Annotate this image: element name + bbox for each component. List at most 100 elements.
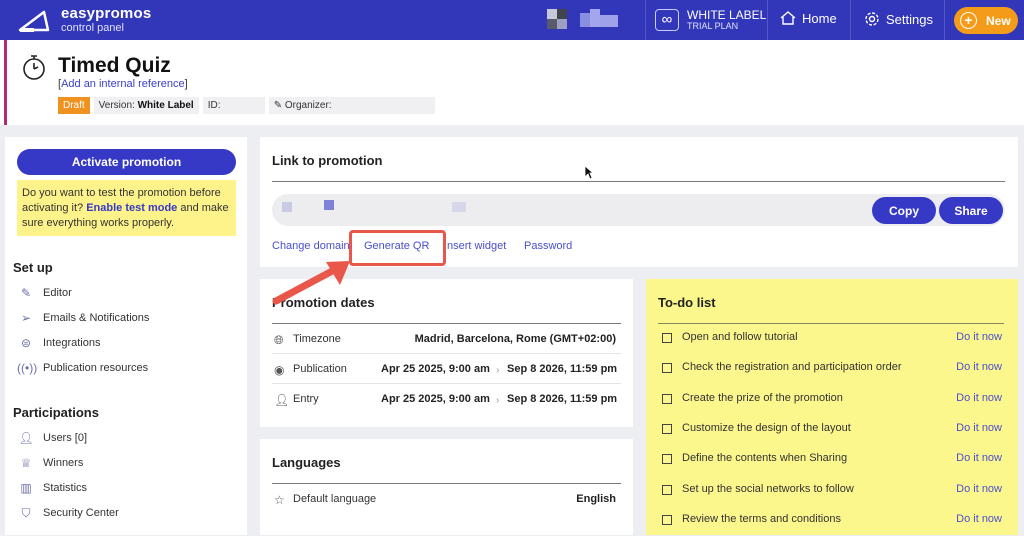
send-icon: ➢: [20, 311, 32, 325]
nav-home[interactable]: Home: [780, 11, 837, 26]
todo-item: Review the terms and conditions Do it now: [660, 506, 1006, 536]
copy-button[interactable]: Copy: [872, 197, 936, 224]
add-internal-reference-link[interactable]: Add an internal reference: [61, 78, 185, 90]
blurred-url: [282, 202, 292, 212]
share-button[interactable]: Share: [939, 197, 1003, 224]
eye-icon: ◉: [274, 363, 285, 377]
user-icon: 👤︎: [274, 393, 290, 407]
todo-item-label: Review the terms and conditions: [682, 512, 841, 525]
topbar-divider: [944, 0, 945, 40]
todo-list-card: To-do list Open and follow tutorial Do it…: [646, 279, 1018, 535]
entry-row: 👤︎ Entry Apr 25 2025, 9:00 am › Sep 8 20…: [272, 384, 621, 414]
participations-section-title: Participations: [13, 405, 99, 420]
entry-start: Apr 25 2025, 9:00 am: [381, 393, 490, 405]
user-icon: 👤︎: [18, 431, 34, 445]
todo-item: Define the contents when Sharing Do it no…: [660, 445, 1006, 475]
top-bar: easypromos control panel ∞ WHITE LABEL T…: [0, 0, 1024, 40]
easypromos-logo-icon[interactable]: [18, 10, 50, 32]
sidebar-item-label: Integrations: [43, 337, 101, 349]
todo-item: Check the registration and participation…: [660, 354, 1006, 384]
header-accent-bar: [4, 40, 7, 125]
todo-item-label: Create the prize of the promotion: [682, 391, 843, 404]
entry-label: Entry: [293, 393, 319, 405]
do-it-now-link[interactable]: Do it now: [956, 422, 1002, 434]
topbar-divider: [645, 0, 646, 40]
languages-card: Languages ☆ Default language English: [260, 439, 633, 535]
topbar-divider: [767, 0, 768, 40]
version-badge: Version: White Label: [93, 97, 199, 114]
sidebar-item-statistics[interactable]: ▥ Statistics: [17, 479, 87, 497]
status-badge: Draft: [58, 97, 90, 114]
todo-checkbox[interactable]: [662, 514, 672, 525]
default-language-value: English: [576, 493, 616, 505]
sidebar-item-label: Editor: [43, 287, 72, 299]
promotion-header: Timed Quiz [Add an internal reference] D…: [0, 40, 1024, 125]
publication-end: Sep 8 2026, 11:59 pm: [507, 363, 618, 375]
organizer-badge: ✎ Organizer:: [268, 97, 435, 114]
version-value: White Label: [137, 100, 194, 111]
sidebar-item-label: Winners: [43, 457, 84, 469]
stopwatch-icon: [23, 55, 45, 80]
bar-chart-icon: ▥: [20, 481, 32, 495]
brand-name[interactable]: easypromos: [61, 5, 151, 22]
todo-item-label: Set up the social networks to follow: [682, 482, 854, 495]
globe-icon: 🌐︎: [274, 333, 284, 347]
annotation-arrow-icon: [272, 261, 350, 305]
do-it-now-link[interactable]: Do it now: [956, 361, 1002, 373]
todo-item: Create the prize of the promotion Do it n…: [660, 385, 1006, 415]
todo-item-label: Check the registration and participation…: [682, 361, 902, 374]
enable-test-mode-link[interactable]: Enable test mode: [86, 202, 177, 214]
password-link[interactable]: Password: [524, 240, 572, 252]
todo-item: Open and follow tutorial Do it now: [660, 324, 1006, 354]
id-label: ID:: [207, 100, 221, 111]
topbar-divider: [850, 0, 851, 40]
do-it-now-link[interactable]: Do it now: [956, 513, 1002, 525]
todo-checkbox[interactable]: [662, 484, 672, 495]
new-button-label: New: [986, 14, 1011, 28]
sidebar-item-users[interactable]: 👤︎ Users [0]: [17, 429, 87, 447]
nav-settings[interactable]: Settings: [864, 11, 933, 27]
sidebar-item-label: Security Center: [43, 507, 119, 519]
plan-title: WHITE LABEL: [687, 8, 767, 22]
link-card-title: Link to promotion: [272, 153, 383, 168]
todo-checkbox[interactable]: [662, 423, 672, 434]
sidebar-item-emails[interactable]: ➢ Emails & Notifications: [17, 309, 149, 327]
do-it-now-link[interactable]: Do it now: [956, 483, 1002, 495]
timezone-value: Madrid, Barcelona, Rome (GMT+02:00): [414, 333, 616, 345]
change-domain-link[interactable]: Change domain: [272, 240, 350, 252]
todo-checkbox[interactable]: [662, 454, 672, 465]
default-language-label: Default language: [293, 493, 377, 505]
sidebar-item-security-center[interactable]: ⛉ Security Center: [17, 504, 119, 522]
sidebar-item-label: Publication resources: [43, 362, 149, 374]
do-it-now-link[interactable]: Do it now: [956, 452, 1002, 464]
toggles-icon: ⊜: [20, 336, 32, 350]
todo-checkbox[interactable]: [662, 333, 672, 343]
sidebar-item-integrations[interactable]: ⊜ Integrations: [17, 334, 101, 352]
sidebar-item-editor[interactable]: ✎ Editor: [17, 284, 72, 302]
blurred-url: [324, 200, 334, 210]
do-it-now-link[interactable]: Do it now: [956, 331, 1002, 343]
languages-card-title: Languages: [272, 455, 341, 470]
home-icon: [780, 11, 796, 25]
new-button[interactable]: + New: [954, 7, 1018, 34]
do-it-now-link[interactable]: Do it now: [956, 392, 1002, 404]
insert-widget-link[interactable]: nsert widget: [447, 240, 506, 252]
publication-label: Publication: [293, 363, 347, 375]
broadcast-icon: ((•)): [17, 361, 38, 375]
todo-checkbox[interactable]: [662, 363, 672, 374]
sidebar-item-label: Emails & Notifications: [43, 312, 150, 324]
sidebar-item-label: Statistics: [43, 482, 88, 494]
brand-subtitle: control panel: [61, 22, 124, 34]
default-language-row: ☆ Default language English: [272, 484, 621, 514]
generate-qr-highlight: [349, 230, 446, 266]
sidebar-item-winners[interactable]: ♕ Winners: [17, 454, 84, 472]
activate-promotion-button[interactable]: Activate promotion: [17, 149, 236, 175]
todo-item-label: Open and follow tutorial: [682, 331, 798, 343]
chevron-right-icon: ›: [496, 395, 500, 406]
setup-section-title: Set up: [13, 260, 53, 275]
publication-start: Apr 25 2025, 9:00 am: [381, 363, 490, 375]
chevron-right-icon: ›: [496, 365, 500, 376]
sidebar-item-publication-resources[interactable]: ((•)) Publication resources: [17, 359, 148, 377]
todo-item: Set up the social networks to follow Do i…: [660, 476, 1006, 506]
todo-checkbox[interactable]: [662, 393, 672, 404]
